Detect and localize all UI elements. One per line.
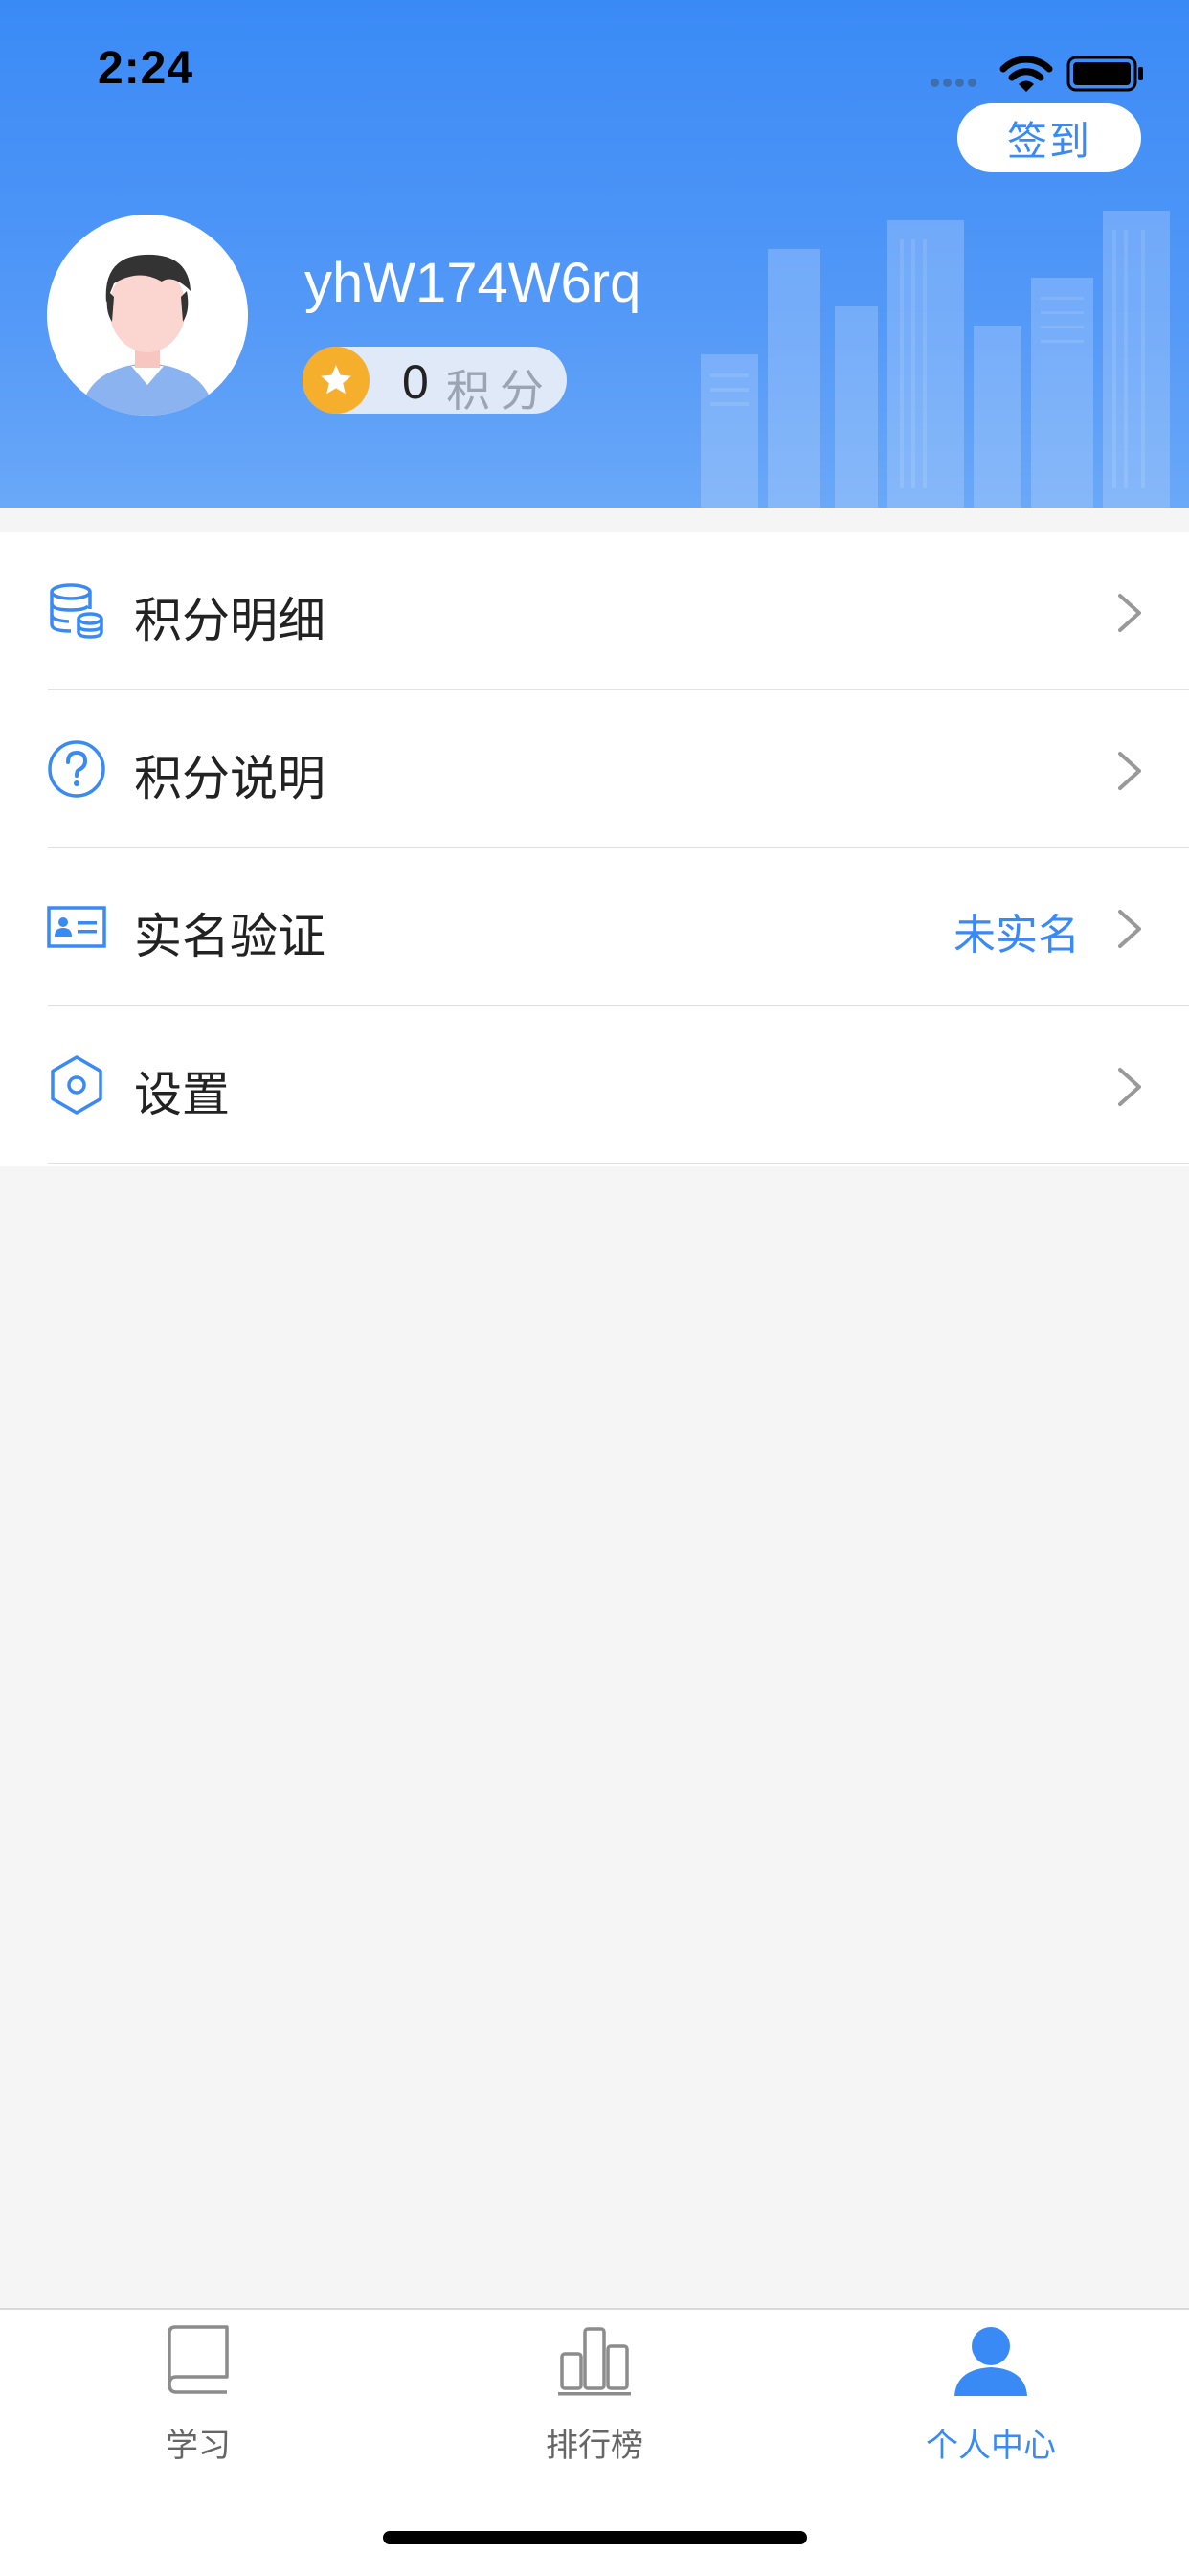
tab-ranking[interactable]: 排行榜 <box>396 2310 793 2501</box>
points-unit: 积分 <box>446 366 553 416</box>
menu-label: 积分明细 <box>134 594 325 647</box>
question-circle-icon <box>48 740 105 798</box>
wifi-icon <box>999 56 1053 92</box>
settings-hexagon-icon <box>51 1055 102 1115</box>
tab-label: 排行榜 <box>546 2428 643 2464</box>
star-icon <box>303 347 370 414</box>
signin-button[interactable]: 签到 <box>957 103 1141 172</box>
book-icon <box>168 2325 229 2394</box>
menu-label: 实名验证 <box>134 910 325 963</box>
status-time: 2:24 <box>98 43 194 94</box>
profile-header: 2:24 签到 yhW174W6rq 0 积分 <box>0 0 1189 508</box>
home-indicator[interactable] <box>383 2531 807 2544</box>
points-badge[interactable]: 0 积分 <box>303 347 567 416</box>
points-value: 0 <box>402 355 429 409</box>
menu-item-settings[interactable]: 设置 <box>0 1006 1189 1164</box>
avatar[interactable] <box>47 215 248 416</box>
ranking-bars-icon <box>558 2327 631 2396</box>
database-coins-icon <box>50 583 103 639</box>
id-card-icon <box>47 906 106 948</box>
city-skyline-illustration <box>701 211 1170 508</box>
username: yhW174W6rq <box>304 252 641 314</box>
user-avatar-icon <box>80 254 214 416</box>
tab-label: 个人中心 <box>926 2428 1056 2464</box>
cellular-signal-icon <box>931 79 976 87</box>
chevron-right-icon <box>1118 752 1141 790</box>
verification-status: 未实名 <box>953 912 1080 959</box>
tab-personal-center[interactable]: 个人中心 <box>793 2310 1189 2501</box>
menu-label: 设置 <box>134 1068 230 1121</box>
menu-item-points-detail[interactable]: 积分明细 <box>0 532 1189 690</box>
chevron-right-icon <box>1118 910 1141 948</box>
menu-label: 积分说明 <box>134 752 325 805</box>
menu-item-real-name-verification[interactable]: 实名验证 未实名 <box>0 848 1189 1006</box>
divider <box>48 1163 1189 1164</box>
menu-list: 积分明细 积分说明 实名验证 未实名 设置 <box>0 532 1189 1166</box>
tab-study[interactable]: 学习 <box>0 2310 396 2501</box>
person-icon <box>954 2327 1027 2396</box>
battery-icon <box>1066 56 1143 92</box>
tab-label: 学习 <box>166 2428 231 2464</box>
chevron-right-icon <box>1118 1068 1141 1106</box>
menu-item-points-explanation[interactable]: 积分说明 <box>0 690 1189 848</box>
chevron-right-icon <box>1118 594 1141 632</box>
